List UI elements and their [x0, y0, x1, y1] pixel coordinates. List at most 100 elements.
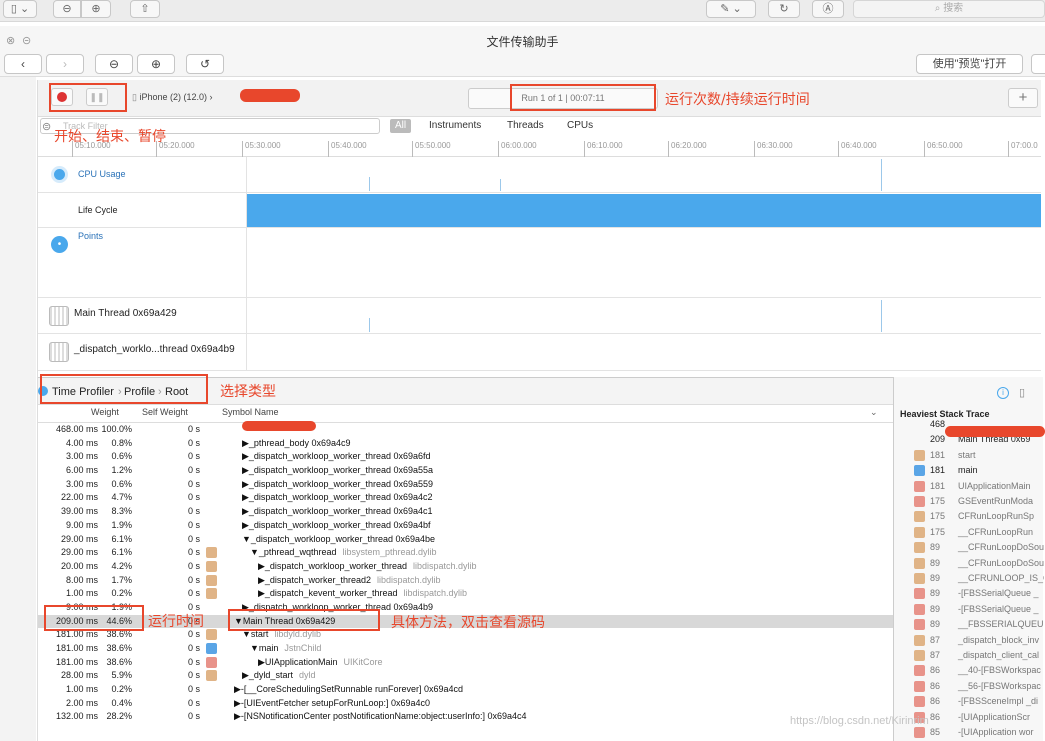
- stack-frame[interactable]: 181 main: [894, 463, 1044, 478]
- rotate-button[interactable]: ↻: [768, 0, 800, 18]
- stack-frame[interactable]: 86 __40-[FBSWorkspac: [894, 663, 1044, 678]
- more-button[interactable]: [1031, 54, 1045, 74]
- track-points[interactable]: • Points: [38, 228, 1041, 298]
- track-dispatch-thread[interactable]: _dispatch_worklo...thread 0x69a4b9: [38, 334, 1041, 371]
- redaction-mark: [945, 426, 1045, 437]
- column-self-weight[interactable]: Self Weight: [142, 407, 188, 417]
- column-symbol-name[interactable]: Symbol Name: [222, 407, 279, 417]
- filter-instruments[interactable]: Instruments: [429, 119, 481, 133]
- open-with-preview-button[interactable]: 使用"预览"打开: [916, 54, 1023, 74]
- track-main-thread[interactable]: Main Thread 0x69a429: [38, 298, 1041, 334]
- table-row[interactable]: 39.00 ms 8.3% 0 s ▶_dispatch_workloop_worke…: [38, 505, 893, 519]
- symbol-name: ▶_dispatch_workloop_worker_thread 0x69a4…: [242, 519, 431, 530]
- stack-frame[interactable]: 89 -[FBSSerialQueue _: [894, 586, 1044, 601]
- stack-frame[interactable]: 181 UIApplicationMain: [894, 479, 1044, 494]
- frame-count: 89: [930, 603, 941, 614]
- column-weight[interactable]: Weight: [91, 407, 119, 417]
- stack-frame[interactable]: 89 -[FBSSerialQueue _: [894, 602, 1044, 617]
- stack-frame[interactable]: 89 __CFRunLoopDoSou: [894, 540, 1044, 555]
- toolbar-zoom-out-button[interactable]: ⊖: [95, 54, 133, 74]
- zoom-in-button[interactable]: ⊕: [81, 0, 111, 18]
- filter-threads[interactable]: Threads: [507, 119, 544, 133]
- table-row[interactable]: 6.00 ms 1.2% 0 s ▶_dispatch_workloop_worker…: [38, 464, 893, 478]
- stack-frame[interactable]: 175 __CFRunLoopRun: [894, 525, 1044, 540]
- back-button[interactable]: ‹: [4, 54, 42, 74]
- frame-symbol: __56-[FBSWorkspac: [958, 680, 1041, 691]
- track-life-cycle[interactable]: Life Cycle: [38, 193, 1041, 228]
- annotate-button[interactable]: Ⓐ: [812, 0, 844, 18]
- table-row[interactable]: 9.00 ms 1.9% 0 s ▶_dispatch_workloop_worker…: [38, 519, 893, 533]
- stack-frame[interactable]: 87 _dispatch_client_cal: [894, 648, 1044, 663]
- table-row[interactable]: 468.00 ms 100.0% 0 s: [38, 423, 893, 437]
- forward-button[interactable]: ›: [46, 54, 84, 74]
- row-weight: 22.00 ms: [60, 492, 98, 503]
- ruler-tick: 06:20.000: [668, 141, 707, 157]
- stack-frame[interactable]: 175 GSEventRunModa: [894, 494, 1044, 509]
- track-cpu-usage[interactable]: CPU Usage: [38, 157, 1041, 193]
- row-percent: 0.6%: [111, 451, 132, 462]
- stack-frame[interactable]: 175 CFRunLoopRunSp: [894, 509, 1044, 524]
- info-icon[interactable]: i: [997, 387, 1009, 399]
- filter-all[interactable]: All: [390, 119, 412, 133]
- symbol-name: ▶_dispatch_workloop_worker_thread 0x69a5…: [242, 465, 434, 476]
- lib-library-icon: [206, 560, 217, 572]
- frame-count: 89: [930, 573, 941, 583]
- table-row[interactable]: 29.00 ms 6.1% 0 s ▼_dispatch_workloop_worke…: [38, 533, 893, 547]
- window-title: 文件传输助手: [486, 35, 559, 49]
- symbol-library: libdispatch.dylib: [403, 588, 468, 599]
- symbol-name: ▶_dispatch_workloop_worker_thread 0x69a4…: [242, 506, 433, 517]
- frame-symbol: UIApplicationMain: [958, 480, 1031, 491]
- row-self-weight: 0 s: [187, 643, 200, 653]
- table-row[interactable]: 8.00 ms 1.7% 0 s ▶_dispatch_worker_thread2 l…: [38, 574, 893, 588]
- stack-frame[interactable]: 89 __CFRunLoopDoSou: [894, 556, 1044, 571]
- table-row[interactable]: 1.00 ms 0.2% 0 s ▶_dispatch_kevent_worker_t…: [38, 587, 893, 601]
- row-weight: 468.00 ms: [55, 424, 98, 434]
- table-row[interactable]: 29.00 ms 6.1% 0 s ▼_pthread_wqthread libsyst…: [38, 546, 893, 560]
- table-row[interactable]: 181.00 ms 38.6% 0 s ▼main JstnChild: [38, 642, 893, 656]
- add-instrument-button[interactable]: +: [1008, 88, 1038, 108]
- timeline-ruler[interactable]: 05:10.000 05:20.000 05:30.000 05:40.000 …: [38, 137, 1041, 157]
- table-row[interactable]: 28.00 ms 5.9% 0 s ▶_dyld_start dyld: [38, 669, 893, 683]
- track-name: Points: [78, 231, 104, 241]
- row-self-weight: 0 s: [187, 437, 200, 448]
- row-symbol: ▶_dispatch_worker_thread2 libdispatch.dyl…: [258, 574, 441, 588]
- table-row[interactable]: 20.00 ms 4.2% 0 s ▶_dispatch_workloop_worke…: [38, 560, 893, 574]
- row-symbol: ▶_dispatch_workloop_worker_thread 0x69a6…: [242, 450, 437, 464]
- zoom-out-button[interactable]: ⊖: [53, 0, 81, 18]
- stack-frame[interactable]: 87 _dispatch_block_inv: [894, 633, 1044, 648]
- stack-frame[interactable]: 86 -[FBSSceneImpl _di: [894, 694, 1044, 709]
- symbol-name: ▶_pthread_body 0x69a4c9: [242, 437, 351, 448]
- symbol-name: ▶_dispatch_kevent_worker_thread: [258, 588, 398, 599]
- table-row[interactable]: 1.00 ms 0.2% 0 s ▶-[__CoreSchedulingSetRunn…: [38, 683, 893, 697]
- document-icon[interactable]: ▯: [1019, 386, 1025, 399]
- row-percent: 6.1%: [111, 533, 132, 544]
- filter-icon[interactable]: ⊜: [42, 120, 51, 133]
- instruments-window: ❚❚ ▯ iPhone (2) (12.0) › Run 1 of 1 | 00…: [37, 80, 1044, 741]
- system-search-field[interactable]: ⌕ 搜索: [853, 0, 1045, 18]
- row-percent: 1.9%: [111, 519, 132, 530]
- toolbar-rotate-button[interactable]: ↺: [186, 54, 224, 74]
- table-row[interactable]: 4.00 ms 0.8% 0 s ▶_pthread_body 0x69a4c9: [38, 437, 893, 451]
- markup-button[interactable]: ✎ ⌄: [706, 0, 756, 18]
- toolbar-zoom-in-button[interactable]: ⊕: [137, 54, 175, 74]
- table-row[interactable]: 22.00 ms 4.7% 0 s ▶_dispatch_workloop_worke…: [38, 491, 893, 505]
- symbol-library: libdispatch.dylib: [377, 574, 441, 585]
- symbol-name: ▼_pthread_wqthread: [250, 547, 337, 558]
- filter-cpus[interactable]: CPUs: [567, 119, 593, 133]
- table-row[interactable]: 181.00 ms 38.6% 0 s ▶UIApplicationMain UIKit…: [38, 656, 893, 670]
- table-row[interactable]: 132.00 ms 28.2% 0 s ▶-[NSNotificationCenter…: [38, 710, 893, 724]
- share-button[interactable]: ⇧: [130, 0, 160, 18]
- stack-frame[interactable]: 86 __56-[FBSWorkspac: [894, 679, 1044, 694]
- device-selector[interactable]: ▯ iPhone (2) (12.0) ›: [132, 89, 213, 105]
- table-row[interactable]: 3.00 ms 0.6% 0 s ▶_dispatch_workloop_worker…: [38, 450, 893, 464]
- table-row[interactable]: 3.00 ms 0.6% 0 s ▶_dispatch_workloop_worker…: [38, 478, 893, 492]
- stack-frame[interactable]: 89 __CFRUNLOOP_IS_C: [894, 571, 1044, 586]
- stack-frame[interactable]: 85 -[UIApplication wor: [894, 725, 1044, 740]
- thread-spike: [369, 318, 370, 332]
- stack-frame[interactable]: 181 start: [894, 448, 1044, 463]
- stack-frame[interactable]: 89 __FBSSERIALQUEUI: [894, 617, 1044, 632]
- row-percent: 1.7%: [111, 574, 132, 585]
- chevron-down-icon[interactable]: ⌄: [870, 407, 878, 418]
- table-row[interactable]: 2.00 ms 0.4% 0 s ▶-[UIEventFetcher setupFor…: [38, 697, 893, 711]
- sidebar-toggle-button[interactable]: ▯ ⌄: [3, 0, 37, 18]
